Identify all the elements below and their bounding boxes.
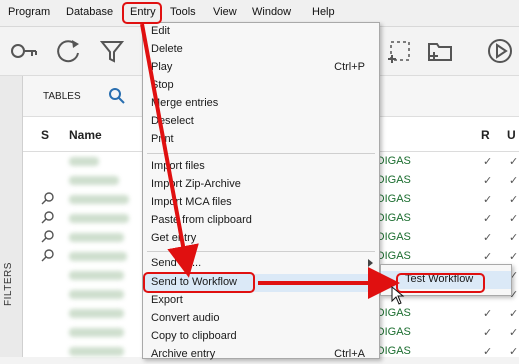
check-u: ✓	[509, 175, 519, 187]
menu-item-delete[interactable]: Delete	[143, 41, 379, 59]
header-name[interactable]: Name	[69, 128, 102, 142]
menu-item-label: Deselect	[151, 115, 194, 127]
menu-item-label: Import Zip-Archive	[151, 178, 241, 190]
menu-item-label: Import MCA files	[151, 196, 232, 208]
selection-add-icon[interactable]	[384, 35, 416, 67]
menu-view[interactable]: View	[213, 6, 237, 18]
menu-item-export[interactable]: Export	[143, 292, 379, 310]
menu-item-label: Stop	[151, 79, 174, 91]
menu-separator	[147, 251, 375, 252]
menu-item-label: Paste from clipboard	[151, 214, 252, 226]
menu-item-label: Convert audio	[151, 312, 220, 324]
menu-item-edit[interactable]: Edit	[143, 23, 379, 41]
refresh-icon[interactable]	[52, 35, 84, 67]
header-u[interactable]: U	[507, 128, 516, 142]
highlight-send-workflow-box	[143, 272, 255, 293]
highlight-entry-box	[122, 2, 162, 24]
blurred-name	[69, 233, 124, 242]
menu-item-import-zip[interactable]: Import Zip-Archive	[143, 176, 379, 194]
play-circle-icon[interactable]	[484, 35, 516, 67]
check-u: ✓	[509, 308, 519, 320]
magnifier-icon[interactable]	[41, 230, 55, 244]
menu-item-shortcut: Ctrl+A	[334, 348, 365, 360]
check-u: ✓	[509, 251, 519, 263]
menu-separator	[147, 153, 375, 154]
menu-item-play[interactable]: Play Ctrl+P	[143, 59, 379, 77]
menu-item-import-mca[interactable]: Import MCA files	[143, 194, 379, 212]
entry-menu: Edit Delete Play Ctrl+P Stop Merge entrie…	[142, 22, 380, 360]
menu-item-stop[interactable]: Stop	[143, 77, 379, 95]
menu-database[interactable]: Database	[66, 6, 113, 18]
menu-item-get-entry[interactable]: Get entry	[143, 230, 379, 248]
check-u: ✓	[509, 194, 519, 206]
menu-window[interactable]: Window	[252, 6, 291, 18]
check-u: ✓	[509, 327, 519, 339]
menu-tools[interactable]: Tools	[170, 6, 196, 18]
check-u: ✓	[509, 232, 519, 244]
filter-icon[interactable]	[96, 35, 128, 67]
blurred-name	[69, 195, 129, 204]
menu-item-deselect[interactable]: Deselect	[143, 113, 379, 131]
check-r: ✓	[483, 346, 493, 358]
check-u: ✓	[509, 213, 519, 225]
check-r: ✓	[483, 175, 493, 187]
magnifier-icon[interactable]	[41, 211, 55, 225]
menu-item-label: Archive entry	[151, 348, 216, 360]
magnifier-icon[interactable]	[41, 192, 55, 206]
check-r: ✓	[483, 232, 493, 244]
submenu-arrow-icon	[368, 259, 373, 267]
check-r: ✓	[483, 327, 493, 339]
blurred-name	[69, 328, 124, 337]
folder-add-icon[interactable]	[424, 35, 456, 67]
blurred-name	[69, 214, 129, 223]
tables-tab[interactable]: TABLES	[43, 91, 81, 102]
menu-item-import-files[interactable]: Import files	[143, 158, 379, 176]
filters-sidebar[interactable]: FILTERS	[0, 76, 23, 357]
check-r: ✓	[483, 251, 493, 263]
menu-item-send-to[interactable]: Send to ...	[143, 255, 379, 273]
menu-item-label: Import files	[151, 160, 205, 172]
blurred-name	[69, 309, 124, 318]
blurred-name	[69, 347, 124, 356]
menu-item-label: Export	[151, 294, 183, 306]
menu-item-archive-entry[interactable]: Archive entry Ctrl+A	[143, 346, 379, 364]
menu-item-label: Play	[151, 61, 173, 73]
menu-item-convert-audio[interactable]: Convert audio	[143, 310, 379, 328]
menu-program[interactable]: Program	[8, 6, 50, 18]
menu-item-shortcut: Ctrl+P	[334, 61, 365, 73]
submenu-arrow-icon	[368, 278, 373, 286]
key-icon[interactable]	[8, 35, 40, 67]
check-u: ✓	[509, 346, 519, 358]
menu-item-label: Copy to clipboard	[151, 330, 237, 342]
menu-item-label: Print	[151, 133, 174, 145]
menu-item-label: Send to ...	[151, 257, 202, 269]
menu-item-label: Edit	[151, 25, 170, 37]
check-r: ✓	[483, 213, 493, 225]
check-u: ✓	[509, 156, 519, 168]
menu-item-label: Get entry	[151, 232, 197, 244]
check-r: ✓	[483, 308, 493, 320]
menu-item-print[interactable]: Print	[143, 131, 379, 149]
blurred-name	[69, 252, 127, 261]
header-r[interactable]: R	[481, 128, 490, 142]
menu-item-label: Delete	[151, 43, 183, 55]
blurred-name	[69, 271, 124, 280]
check-r: ✓	[483, 194, 493, 206]
search-icon[interactable]	[107, 86, 127, 106]
menu-help[interactable]: Help	[312, 6, 335, 18]
menu-item-paste-clipboard[interactable]: Paste from clipboard	[143, 212, 379, 230]
header-s[interactable]: S	[41, 128, 49, 142]
magnifier-icon[interactable]	[41, 249, 55, 263]
blurred-name	[69, 157, 99, 166]
blurred-name	[69, 290, 124, 299]
menu-item-copy-clipboard[interactable]: Copy to clipboard	[143, 328, 379, 346]
menu-item-merge-entries[interactable]: Merge entries	[143, 95, 379, 113]
filters-label: FILTERS	[3, 262, 14, 306]
check-r: ✓	[483, 156, 493, 168]
highlight-test-workflow-box	[396, 273, 485, 293]
blurred-name	[69, 176, 119, 185]
menu-item-label: Merge entries	[151, 97, 219, 109]
